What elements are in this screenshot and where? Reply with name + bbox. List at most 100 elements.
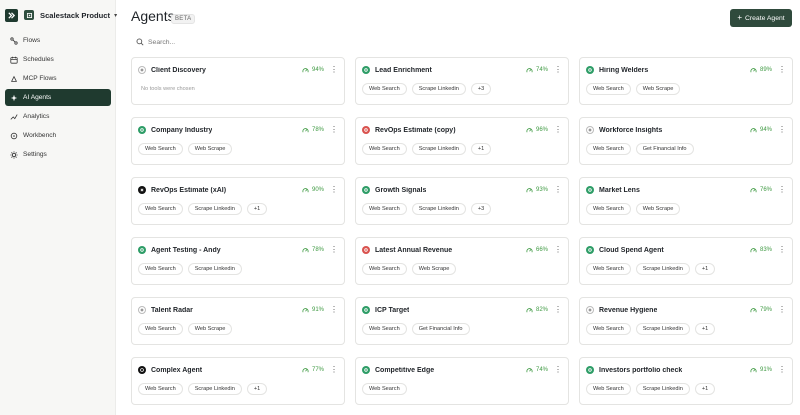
workspace-switcher[interactable]: Scalestack Product ▾	[5, 7, 117, 23]
agent-card[interactable]: RevOps Estimate (copy) 96% ⋮ Web Search Scra…	[355, 117, 569, 165]
sidebar-item-label: Settings	[23, 151, 47, 158]
agent-card[interactable]: Market Lens 76% ⋮ Web Search Web Scrape	[579, 177, 793, 225]
more-options-icon[interactable]: ⋮	[778, 126, 786, 134]
more-options-icon[interactable]: ⋮	[330, 246, 338, 254]
tool-chip[interactable]: +1	[694, 263, 716, 275]
tool-chip[interactable]: Scrape Linkedin	[411, 143, 466, 155]
tool-chip[interactable]: +1	[246, 203, 268, 215]
agent-name: Revenue Hygiene	[599, 306, 658, 314]
agent-card[interactable]: Talent Radar 91% ⋮ Web Search Web Scrape	[131, 297, 345, 345]
agent-card[interactable]: Workforce Insights 94% ⋮ Web Search Get Fina…	[579, 117, 793, 165]
create-agent-button[interactable]: + Create Agent	[730, 9, 792, 27]
tool-chip[interactable]: Web Search	[586, 383, 631, 395]
tool-chip[interactable]: Web Search	[138, 143, 183, 155]
agent-card[interactable]: Complex Agent 77% ⋮ Web Search Scrape Linked…	[131, 357, 345, 405]
more-options-icon[interactable]: ⋮	[330, 66, 338, 74]
tool-chips: Web Search	[362, 383, 412, 395]
more-options-icon[interactable]: ⋮	[778, 246, 786, 254]
tool-chip[interactable]: Scrape Linkedin	[187, 383, 242, 395]
tool-chip[interactable]: Web Search	[586, 83, 631, 95]
agent-card[interactable]: RevOps Estimate (xAI) 90% ⋮ Web Search Scrap…	[131, 177, 345, 225]
tool-chip[interactable]: Web Search	[362, 323, 407, 335]
agent-card[interactable]: Agent Testing - Andy 78% ⋮ Web Search Scrape…	[131, 237, 345, 285]
tool-chip[interactable]: Get Financial Info	[635, 143, 694, 155]
tool-chip[interactable]: Scrape Linkedin	[187, 263, 242, 275]
tool-chip[interactable]: +1	[694, 323, 716, 335]
tool-chip[interactable]: Web Search	[138, 323, 183, 335]
agent-card[interactable]: Revenue Hygiene 79% ⋮ Web Search Scrape Link…	[579, 297, 793, 345]
tool-chip[interactable]: Web Scrape	[187, 323, 233, 335]
more-options-icon[interactable]: ⋮	[330, 306, 338, 314]
search-input[interactable]	[148, 38, 408, 46]
tool-chip[interactable]: Web Scrape	[411, 263, 457, 275]
agent-card[interactable]: Client Discovery 94% ⋮ No tools were chosen	[131, 57, 345, 105]
sidebar-item-flows[interactable]: Flows	[5, 32, 111, 49]
sidebar-item-mcp-flows[interactable]: MCP Flows	[5, 70, 111, 87]
more-options-icon[interactable]: ⋮	[778, 66, 786, 74]
flows-icon	[9, 36, 18, 45]
tool-chip[interactable]: Web Search	[362, 143, 407, 155]
tool-chip[interactable]: Web Scrape	[635, 203, 681, 215]
tool-chip[interactable]: Web Search	[586, 263, 631, 275]
gauge-icon	[750, 367, 757, 372]
tool-chip[interactable]: Get Financial Info	[411, 323, 470, 335]
more-options-icon[interactable]: ⋮	[554, 126, 562, 134]
tool-chip[interactable]: Scrape Linkedin	[635, 323, 690, 335]
sidebar-item-ai-agents[interactable]: AI Agents	[5, 89, 111, 106]
tool-chip[interactable]: Web Scrape	[635, 83, 681, 95]
tool-chip[interactable]: Web Scrape	[187, 143, 233, 155]
tool-chip[interactable]: Web Search	[138, 383, 183, 395]
agent-card[interactable]: Hiring Welders 89% ⋮ Web Search Web Scrape	[579, 57, 793, 105]
tool-chip[interactable]: Web Search	[362, 263, 407, 275]
tool-chip[interactable]: +3	[470, 203, 492, 215]
agent-card[interactable]: Cloud Spend Agent 83% ⋮ Web Search Scrape Li…	[579, 237, 793, 285]
tool-chip[interactable]: Web Search	[362, 83, 407, 95]
tool-chip[interactable]: Web Search	[138, 203, 183, 215]
agent-card[interactable]: Growth Signals 93% ⋮ Web Search Scrape Linke…	[355, 177, 569, 225]
tool-chip[interactable]: Web Search	[138, 263, 183, 275]
agent-score-value: 93%	[535, 187, 548, 193]
more-options-icon[interactable]: ⋮	[778, 366, 786, 374]
tool-chip[interactable]: Scrape Linkedin	[187, 203, 242, 215]
more-options-icon[interactable]: ⋮	[778, 306, 786, 314]
sidebar-item-schedules[interactable]: Schedules	[5, 51, 111, 68]
more-options-icon[interactable]: ⋮	[554, 186, 562, 194]
tool-chip[interactable]: +1	[246, 383, 268, 395]
more-options-icon[interactable]: ⋮	[554, 366, 562, 374]
tool-chips: Web Search Scrape Linkedin +1	[362, 143, 496, 155]
tool-chip[interactable]: +1	[470, 143, 492, 155]
agent-score-value: 89%	[759, 67, 772, 73]
agent-name: Growth Signals	[375, 186, 427, 194]
more-options-icon[interactable]: ⋮	[330, 126, 338, 134]
agent-card[interactable]: Company Industry 78% ⋮ Web Search Web Scrape	[131, 117, 345, 165]
tool-chip[interactable]: Scrape Linkedin	[635, 263, 690, 275]
tool-chip[interactable]: Scrape Linkedin	[411, 83, 466, 95]
tool-chip[interactable]: Web Search	[586, 323, 631, 335]
more-options-icon[interactable]: ⋮	[554, 66, 562, 74]
tool-chip[interactable]: Scrape Linkedin	[411, 203, 466, 215]
tool-chips: Web Search Web Scrape	[362, 263, 461, 275]
tool-chip[interactable]: Web Search	[586, 203, 631, 215]
more-options-icon[interactable]: ⋮	[554, 306, 562, 314]
agent-card[interactable]: ICP Target 82% ⋮ Web Search Get Financial In…	[355, 297, 569, 345]
agent-card[interactable]: Investors portfolio check 91% ⋮ Web Search S…	[579, 357, 793, 405]
gauge-icon	[526, 67, 533, 72]
agent-card[interactable]: Lead Enrichment 74% ⋮ Web Search Scrape Link…	[355, 57, 569, 105]
agent-card[interactable]: Latest Annual Revenue 66% ⋮ Web Search Web S…	[355, 237, 569, 285]
tool-chip[interactable]: Web Search	[586, 143, 631, 155]
tool-chip[interactable]: Web Search	[362, 203, 407, 215]
tool-chip[interactable]: +1	[694, 383, 716, 395]
agent-score: 96%	[526, 127, 548, 134]
tool-chip[interactable]: Web Search	[362, 383, 407, 395]
more-options-icon[interactable]: ⋮	[330, 186, 338, 194]
more-options-icon[interactable]: ⋮	[330, 366, 338, 374]
sidebar-item-workbench[interactable]: Workbench	[5, 127, 111, 144]
sidebar-item-settings[interactable]: Settings	[5, 146, 111, 163]
more-options-icon[interactable]: ⋮	[778, 186, 786, 194]
tool-chip[interactable]: +3	[470, 83, 492, 95]
more-options-icon[interactable]: ⋮	[554, 246, 562, 254]
tool-chip[interactable]: Scrape Linkedin	[635, 383, 690, 395]
sidebar-item-analytics[interactable]: Analytics	[5, 108, 111, 125]
agent-card[interactable]: Competitive Edge 74% ⋮ Web Search	[355, 357, 569, 405]
agent-score: 79%	[750, 307, 772, 314]
